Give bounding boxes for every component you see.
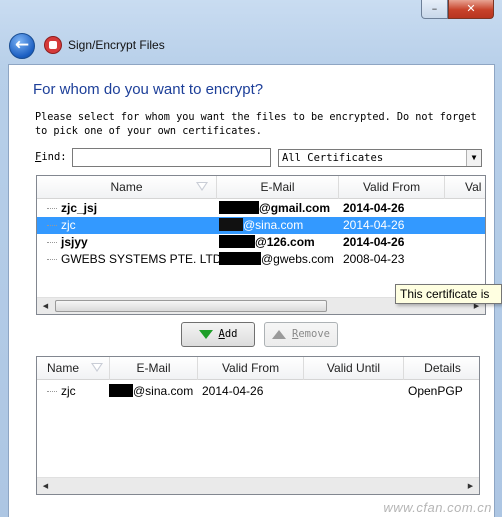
close-button[interactable]: ✕	[448, 0, 494, 19]
redaction-block	[219, 218, 243, 231]
tree-connector	[47, 259, 57, 260]
certificate-tooltip: This certificate is	[395, 284, 502, 304]
chevron-down-icon[interactable]: ▼	[466, 150, 481, 166]
recipient-email: @sina.com	[109, 383, 193, 400]
certificate-email-domain: @sina.com	[243, 218, 304, 232]
column-header-valid-until[interactable]: Valid Until	[304, 357, 404, 380]
scroll-left-icon[interactable]: ◀	[37, 298, 54, 314]
recipient-email-domain: @sina.com	[133, 384, 194, 398]
available-list-header: Name E-Mail Valid From Val	[37, 176, 485, 199]
certificate-email: @gwebs.com	[219, 251, 334, 268]
add-button[interactable]: Add	[181, 322, 255, 347]
kleopatra-app-icon	[44, 36, 62, 54]
add-label-rest: dd	[224, 328, 238, 340]
column-header-name-label: Name	[110, 180, 143, 194]
certificate-valid-from: 2014-04-26	[343, 218, 405, 232]
certificate-email-domain: @gmail.com	[259, 201, 331, 215]
recipient-valid-from: 2014-04-26	[202, 384, 264, 398]
certificate-valid-from: 2008-04-23	[343, 252, 405, 266]
certificate-email-domain: @126.com	[255, 235, 315, 249]
sort-indicator-icon	[91, 363, 103, 372]
column-header-email[interactable]: E-Mail	[217, 176, 339, 199]
tree-connector	[47, 208, 57, 209]
find-input[interactable]	[72, 148, 271, 167]
redaction-block	[219, 252, 261, 265]
minimize-button[interactable]: –	[421, 0, 448, 19]
certificate-email-domain: @gwebs.com	[261, 252, 334, 266]
add-arrow-icon	[198, 329, 213, 339]
selected-recipients-list[interactable]: Name E-Mail Valid From Valid Until Detai…	[36, 356, 480, 495]
tree-connector	[47, 391, 57, 392]
sort-indicator-icon	[196, 182, 208, 191]
filter-selected-value: All Certificates	[282, 152, 384, 164]
page-heading: For whom do you want to encrypt?	[33, 81, 264, 98]
tree-connector	[47, 242, 57, 243]
certificate-name: zjc_jsj	[61, 201, 98, 215]
page-instruction: Please select for whom you want the file…	[35, 112, 477, 137]
certificate-row[interactable]: jsjyy @126.com 2014-04-26	[37, 234, 485, 251]
find-label: Find:	[35, 151, 67, 163]
remove-button[interactable]: Remove	[264, 322, 338, 347]
remove-button-label: Remove	[292, 328, 330, 340]
column-header-valid-until[interactable]: Val	[445, 176, 485, 199]
certificate-email: @126.com	[219, 234, 315, 251]
certificate-row[interactable]: GWEBS SYSTEMS PTE. LTD @gwebs.com 2008-0…	[37, 251, 485, 268]
column-header-email[interactable]: E-Mail	[110, 357, 198, 380]
certificate-email: @sina.com	[219, 217, 303, 234]
certificate-name: GWEBS SYSTEMS PTE. LTD	[61, 252, 222, 266]
window-title: Sign/Encrypt Files	[68, 38, 165, 52]
certificate-valid-from: 2014-04-26	[343, 201, 405, 215]
remove-arrow-icon	[272, 329, 287, 339]
recipient-name: zjc	[61, 384, 76, 398]
window-controls: – ✕	[421, 0, 494, 19]
column-header-name-label: Name	[47, 361, 80, 375]
remove-label-rest: emove	[298, 328, 330, 340]
scroll-left-icon[interactable]: ◀	[37, 478, 54, 494]
certificate-row-selected[interactable]: zjc @sina.com 2014-04-26	[37, 217, 485, 234]
scroll-right-icon[interactable]: ▶	[462, 478, 479, 494]
column-header-name[interactable]: Name	[37, 357, 110, 380]
column-header-valid-from[interactable]: Valid From	[339, 176, 445, 199]
recipient-row[interactable]: zjc @sina.com 2014-04-26 OpenPGP	[37, 383, 479, 400]
watermark: www.cfan.com.cn	[383, 500, 492, 515]
column-header-valid-from[interactable]: Valid From	[198, 357, 304, 380]
column-header-name[interactable]: Name	[37, 176, 217, 199]
recipient-details: OpenPGP	[408, 384, 463, 398]
find-label-rest: ind:	[41, 151, 67, 163]
certificate-name: jsjyy	[61, 235, 88, 249]
column-header-details[interactable]: Details	[404, 357, 479, 380]
certificate-valid-from: 2014-04-26	[343, 235, 405, 249]
certificate-name: zjc	[61, 218, 76, 232]
tree-connector	[47, 225, 57, 226]
scrollbar-thumb[interactable]	[55, 300, 327, 312]
window-frame: – ✕ ← Sign/Encrypt Files For whom do you…	[0, 0, 502, 517]
redaction-block	[219, 235, 255, 248]
add-button-label: Add	[219, 328, 238, 340]
redaction-block	[109, 384, 133, 397]
horizontal-scrollbar[interactable]: ◀ ▶	[37, 477, 479, 494]
selected-list-header: Name E-Mail Valid From Valid Until Detai…	[37, 357, 479, 380]
certificate-email: @gmail.com	[219, 200, 330, 217]
certificate-row[interactable]: zjc_jsj @gmail.com 2014-04-26	[37, 200, 485, 217]
back-arrow-icon[interactable]: ←	[9, 33, 35, 59]
certificate-filter-select[interactable]: All Certificates ▼	[278, 149, 482, 167]
redaction-block	[219, 201, 259, 214]
